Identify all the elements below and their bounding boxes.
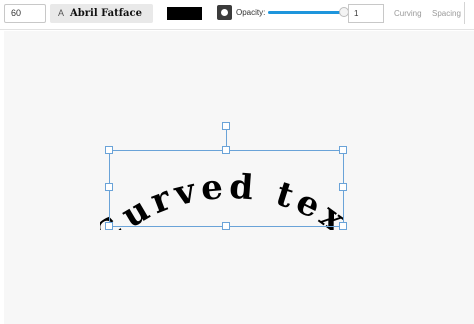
opacity-slider-track — [268, 11, 344, 14]
font-family-label: Abril Fatface — [70, 8, 142, 19]
resize-handle-right[interactable] — [339, 183, 347, 191]
text-shadow-button[interactable] — [217, 5, 232, 20]
font-icon: A — [57, 8, 64, 18]
resize-handle-top-left[interactable] — [105, 146, 113, 154]
toolbar-divider — [464, 2, 465, 24]
text-toolbar: 60 A Abril Fatface Opacity: 1 Curving Sp… — [0, 0, 474, 30]
resize-handle-bottom[interactable] — [222, 222, 230, 230]
resize-handle-bottom-left[interactable] — [105, 222, 113, 230]
curving-button[interactable]: Curving — [394, 8, 422, 19]
rotate-handle[interactable] — [222, 122, 230, 130]
font-size-input[interactable]: 60 — [4, 4, 46, 23]
opacity-label: Opacity: — [236, 8, 266, 17]
font-family-select[interactable]: A Abril Fatface — [50, 4, 153, 23]
resize-handle-top[interactable] — [222, 146, 230, 154]
spacing-button[interactable]: Spacing — [432, 8, 461, 19]
opacity-slider[interactable] — [268, 7, 349, 17]
circle-icon — [221, 9, 228, 16]
resize-handle-top-right[interactable] — [339, 146, 347, 154]
opacity-value-input[interactable]: 1 — [348, 4, 384, 23]
text-color-swatch[interactable] — [167, 7, 202, 20]
selection-box — [109, 150, 344, 227]
resize-handle-bottom-right[interactable] — [339, 222, 347, 230]
resize-handle-left[interactable] — [105, 183, 113, 191]
